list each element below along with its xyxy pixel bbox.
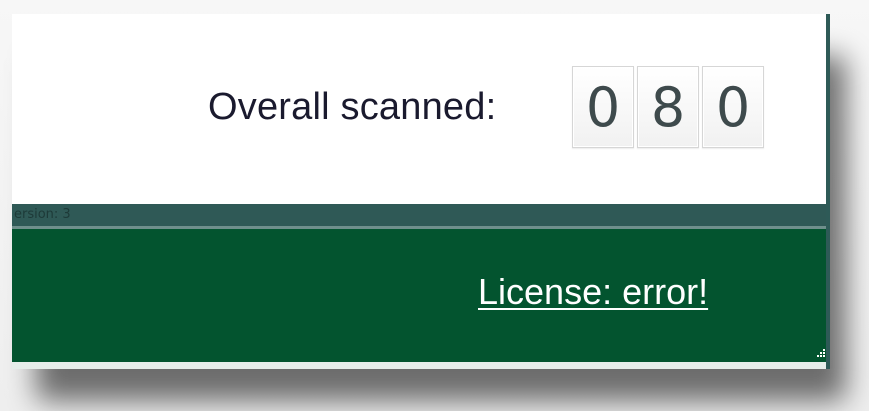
- scan-status-panel: Overall scanned: 0 8 0: [12, 14, 828, 204]
- window-right-border: [826, 14, 830, 369]
- resize-grip-icon[interactable]: [812, 347, 826, 361]
- counter-digit: 0: [572, 66, 634, 148]
- app-window: Overall scanned: 0 8 0 ersion: 3 License…: [12, 14, 828, 369]
- window-bottom-edge: [12, 362, 828, 369]
- overall-scanned-label: Overall scanned:: [208, 86, 497, 128]
- screenshot-stage: Overall scanned: 0 8 0 ersion: 3 License…: [0, 0, 869, 411]
- license-error-link[interactable]: License: error!: [478, 271, 708, 313]
- license-panel: License: error!: [12, 229, 828, 369]
- counter-digit: 8: [637, 66, 699, 148]
- scanned-counter: 0 8 0: [572, 66, 764, 148]
- counter-digit: 0: [702, 66, 764, 148]
- version-text: ersion: 3: [14, 207, 71, 222]
- version-band: ersion: 3: [12, 204, 828, 226]
